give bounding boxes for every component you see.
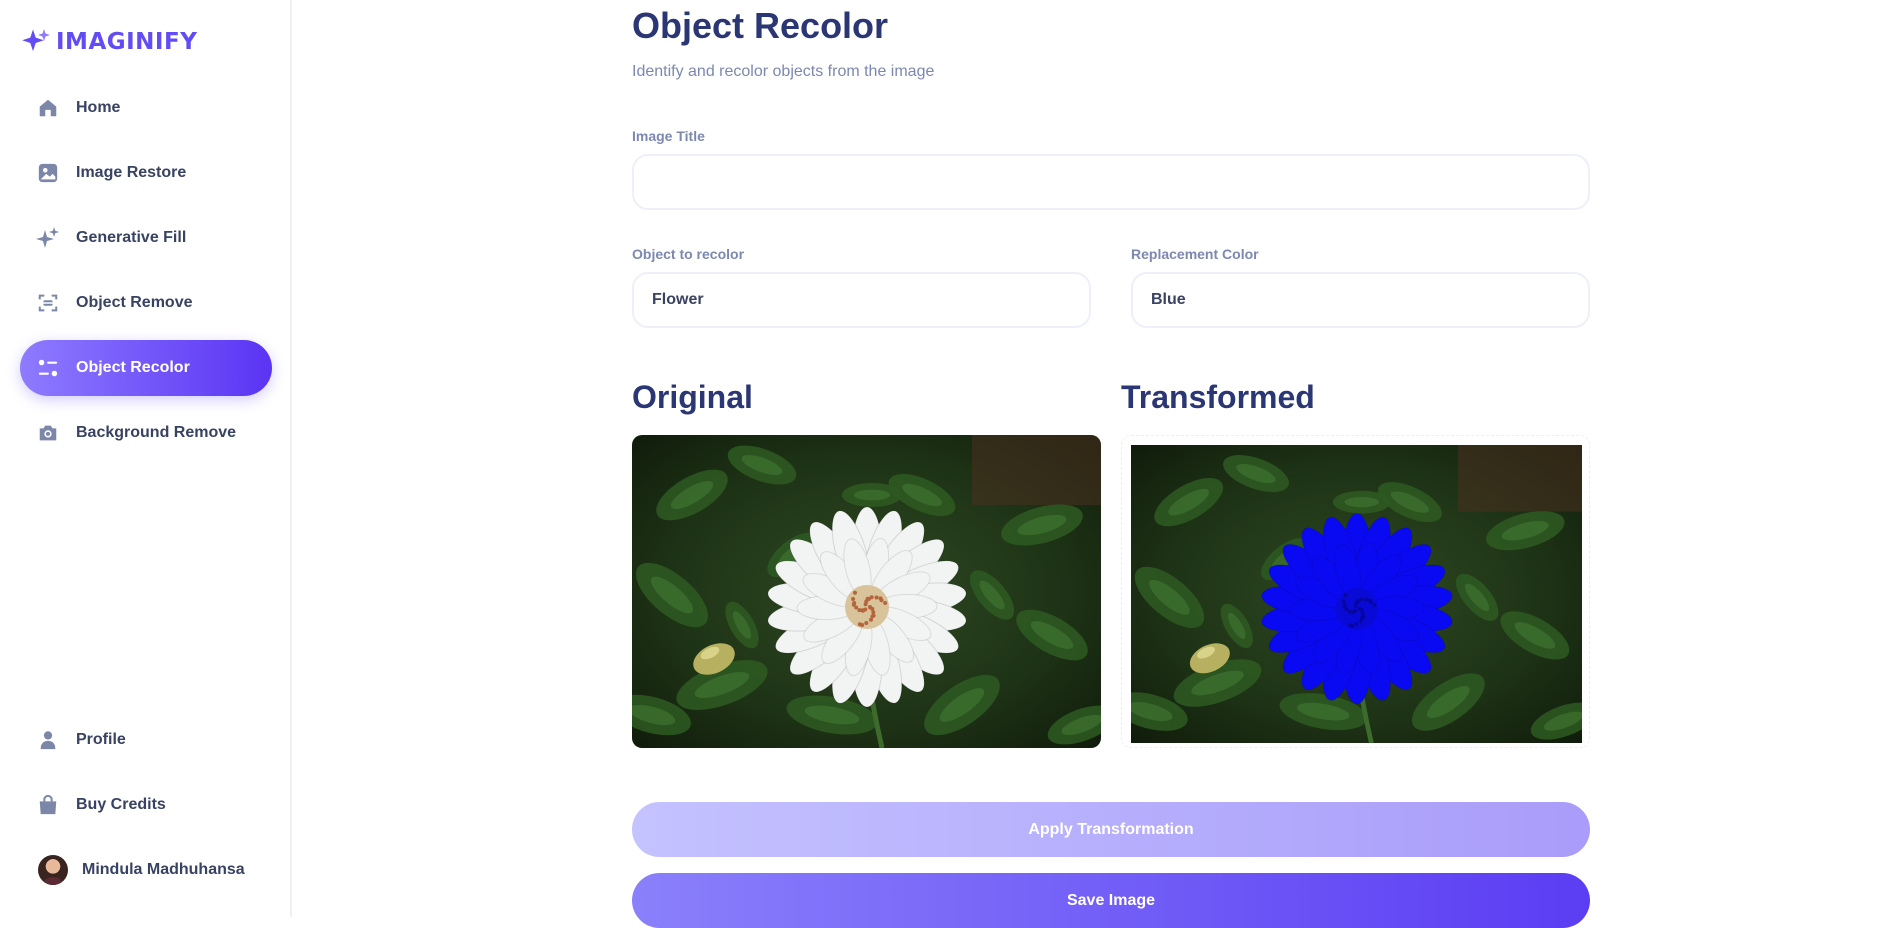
transformed-photo: [1131, 445, 1582, 743]
sidebar-item-generative-fill[interactable]: Generative Fill: [20, 210, 272, 266]
brand-logo[interactable]: IMAGINIFY: [20, 24, 197, 60]
sidebar-item-image-restore[interactable]: Image Restore: [20, 145, 272, 201]
object-to-recolor-label: Object to recolor: [632, 246, 745, 262]
replacement-color-label: Replacement Color: [1131, 246, 1259, 262]
transformed-image-frame: [1121, 435, 1590, 748]
home-icon: [36, 96, 60, 120]
image-icon: [36, 161, 60, 185]
sidebar-item-object-remove[interactable]: Object Remove: [20, 275, 272, 331]
sidebar-item-label: Object Recolor: [76, 359, 190, 376]
transformed-heading: Transformed: [1121, 379, 1315, 415]
sidebar-item-profile[interactable]: Profile: [20, 712, 272, 768]
sidebar-item-label: Home: [76, 99, 121, 116]
image-title-input[interactable]: [632, 154, 1590, 210]
bag-icon: [36, 793, 60, 817]
sidebar-item-label: Background Remove: [76, 424, 237, 441]
original-image[interactable]: [632, 435, 1101, 748]
sidebar-item-home[interactable]: Home: [20, 80, 272, 136]
stars-icon: [36, 226, 60, 250]
sidebar-item-label: Image Restore: [76, 164, 187, 181]
sidebar-item-buy-credits[interactable]: Buy Credits: [20, 777, 272, 833]
sidebar-nav: Home Image Restore Generative Fill Objec…: [20, 80, 272, 470]
sidebar-item-label: Generative Fill: [76, 229, 187, 246]
sidebar: IMAGINIFY Home Image Restore Generative …: [0, 0, 292, 917]
user-profile-button[interactable]: Mindula Madhuhansa: [20, 842, 272, 898]
camera-icon: [36, 421, 60, 445]
replacement-color-input[interactable]: [1131, 272, 1590, 328]
sidebar-item-object-recolor[interactable]: Object Recolor: [20, 340, 272, 396]
filter-icon: [36, 356, 60, 380]
sidebar-item-label: Object Remove: [76, 294, 193, 311]
sidebar-item-background-remove[interactable]: Background Remove: [20, 405, 272, 461]
save-image-button[interactable]: Save Image: [632, 873, 1590, 928]
page-subtitle: Identify and recolor objects from the im…: [632, 63, 935, 80]
image-title-label: Image Title: [632, 128, 705, 144]
brand-name: IMAGINIFY: [56, 29, 198, 55]
user-icon: [36, 728, 60, 752]
transformed-image[interactable]: [1131, 445, 1582, 743]
sidebar-bottom: Profile Buy Credits Mindula Madhuhansa: [20, 712, 272, 898]
original-photo: [632, 435, 1101, 748]
scan-icon: [36, 291, 60, 315]
user-name: Mindula Madhuhansa: [82, 861, 245, 878]
page-title: Object Recolor: [632, 5, 889, 46]
apply-transformation-button[interactable]: Apply Transformation: [632, 802, 1590, 857]
sidebar-item-label: Buy Credits: [76, 796, 166, 813]
avatar: [38, 855, 68, 885]
sidebar-item-label: Profile: [76, 731, 126, 748]
object-to-recolor-input[interactable]: [632, 272, 1091, 328]
logo-sparkle-icon: [22, 29, 50, 52]
original-heading: Original: [632, 379, 753, 415]
